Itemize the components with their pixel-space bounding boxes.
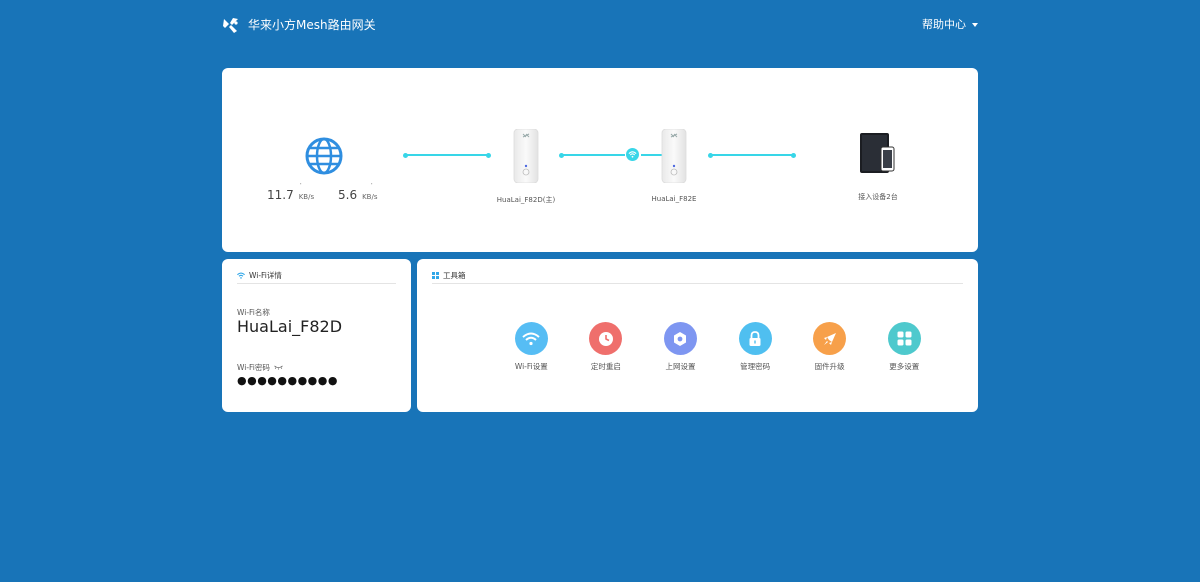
upload-speed-unit: KB/s bbox=[362, 193, 378, 201]
wifi-icon bbox=[514, 322, 548, 355]
upload-speed-value: 5.6 bbox=[338, 188, 358, 202]
brand: 华来小方Mesh路由网关 bbox=[222, 16, 376, 34]
download-arrow-icon: ˙ bbox=[299, 183, 303, 191]
wifi-details-card: Wi-Fi详情 Wi-Fi名称 HuaLai_F82D Wi-Fi密码 ●●●●… bbox=[222, 259, 411, 412]
grid-icon bbox=[432, 272, 439, 279]
globe-icon bbox=[305, 137, 343, 175]
download-speed-value: 11.7 bbox=[267, 188, 294, 202]
divider bbox=[432, 283, 963, 284]
eye-closed-icon[interactable] bbox=[274, 365, 283, 370]
tool-internet-settings[interactable]: 上网设置 bbox=[643, 322, 718, 372]
lock-icon bbox=[738, 322, 772, 355]
tool-more-settings[interactable]: 更多设置 bbox=[867, 322, 942, 372]
tool-wifi-settings[interactable]: Wi-Fi设置 bbox=[494, 322, 569, 372]
main-router-name: HuaLai_F82D(主) bbox=[496, 196, 556, 204]
wifi-card-title: Wi-Fi详情 bbox=[237, 270, 282, 281]
sub-router-icon[interactable] bbox=[661, 129, 687, 183]
download-speed: ˙ 11.7 KB/s bbox=[267, 184, 315, 203]
sub-router-name: HuaLai_F82E bbox=[651, 195, 697, 203]
wifi-name-value: HuaLai_F82D bbox=[237, 317, 343, 336]
tool-label: 上网设置 bbox=[665, 362, 696, 371]
grid-icon bbox=[887, 322, 921, 355]
help-center-menu[interactable]: 帮助中心 bbox=[922, 16, 978, 34]
toolbox-title: 工具箱 bbox=[432, 270, 466, 281]
tool-label: 更多设置 bbox=[889, 362, 920, 371]
tool-label: 固件升级 bbox=[814, 362, 845, 371]
tool-label: 定时重启 bbox=[590, 362, 621, 371]
wan-connection-line bbox=[403, 152, 491, 158]
mesh-wifi-icon bbox=[626, 148, 639, 161]
toolbox-card: 工具箱 Wi-Fi设置 定时重启 上网设置 管理密码 固件升级 更多设置 bbox=[417, 259, 978, 412]
help-center-label: 帮助中心 bbox=[922, 18, 966, 31]
download-speed-unit: KB/s bbox=[298, 193, 315, 201]
logo-icon bbox=[223, 18, 238, 33]
upload-speed: ˙ 5.6 KB/s bbox=[338, 184, 378, 203]
upload-arrow-icon: ˙ bbox=[370, 183, 374, 191]
client-connection-line bbox=[708, 152, 796, 158]
wifi-password-value: ●●●●●●●●●● bbox=[237, 374, 338, 387]
tool-label: Wi-Fi设置 bbox=[514, 362, 548, 371]
hexagon-icon bbox=[663, 322, 697, 355]
rocket-icon bbox=[813, 322, 847, 355]
wifi-icon bbox=[237, 272, 245, 279]
main-router-icon[interactable] bbox=[513, 129, 539, 183]
toolbox-title-text: 工具箱 bbox=[443, 271, 466, 280]
mesh-connection-line bbox=[559, 152, 625, 158]
tool-admin-password[interactable]: 管理密码 bbox=[718, 322, 793, 372]
top-bar: 华来小方Mesh路由网关 帮助中心 bbox=[222, 16, 978, 36]
connected-devices-label: 接入设备2台 bbox=[858, 193, 898, 201]
tool-firmware-upgrade[interactable]: 固件升级 bbox=[792, 322, 867, 372]
app-title: 华来小方Mesh路由网关 bbox=[248, 18, 376, 32]
wifi-password-label: Wi-Fi密码 bbox=[237, 363, 270, 372]
tool-scheduled-reboot[interactable]: 定时重启 bbox=[569, 322, 644, 372]
wifi-card-title-text: Wi-Fi详情 bbox=[249, 271, 282, 280]
network-topology-card: ˙ 11.7 KB/s ˙ 5.6 KB/s HuaLai_F82D(主) Hu… bbox=[222, 68, 978, 252]
clock-icon bbox=[589, 322, 623, 355]
connected-devices-icon[interactable] bbox=[860, 133, 896, 175]
tool-list: Wi-Fi设置 定时重启 上网设置 管理密码 固件升级 更多设置 bbox=[494, 322, 942, 372]
chevron-down-icon bbox=[972, 23, 978, 27]
wifi-password-label-row: Wi-Fi密码 bbox=[237, 362, 283, 373]
divider bbox=[237, 283, 396, 284]
tool-label: 管理密码 bbox=[740, 362, 771, 371]
